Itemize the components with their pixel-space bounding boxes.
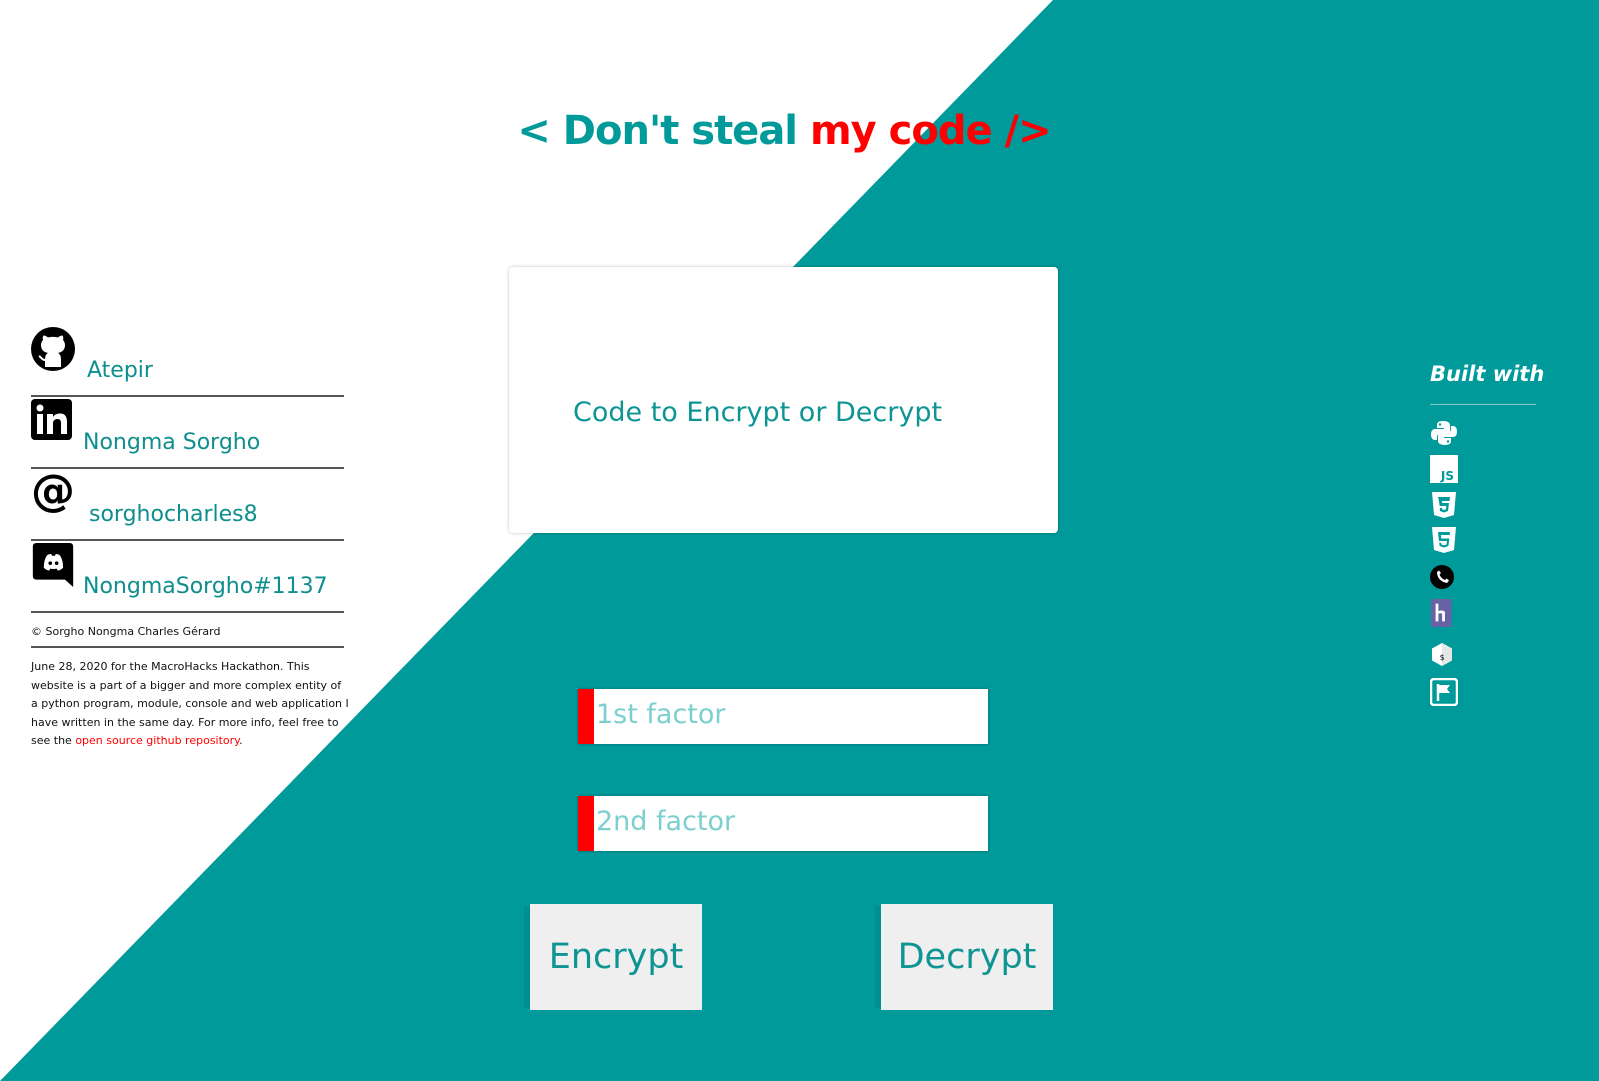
title-suffix: my code /> — [809, 108, 1052, 154]
about-text: June 28, 2020 for the MacroHacks Hackath… — [31, 648, 349, 751]
about-end: . — [239, 734, 243, 747]
contact-linkedin[interactable]: Nongma Sorgho — [31, 397, 344, 469]
flask-icon — [1430, 678, 1458, 706]
contact-discord-label: NongmaSorgho#1137 — [83, 574, 328, 599]
encrypt-button[interactable]: Encrypt — [530, 904, 702, 1010]
svg-text:JS: JS — [1440, 469, 1454, 483]
at-icon: @ — [31, 471, 75, 515]
second-factor-placeholder: 2nd factor — [596, 806, 736, 837]
page-title: < Don't steal my code /> — [0, 108, 1568, 154]
javascript-icon: JS — [1430, 455, 1458, 483]
copyright-symbol: © — [31, 625, 42, 638]
first-factor-indicator — [578, 689, 594, 744]
copyright-text: Sorgho Nongma Charles Gérard — [45, 625, 221, 638]
github-repo-link[interactable]: open source github repository — [75, 734, 239, 747]
discord-icon — [32, 543, 74, 587]
svg-text:@: @ — [31, 471, 75, 515]
bash-icon: $ — [1432, 643, 1452, 666]
first-factor-input[interactable]: 1st factor — [578, 689, 988, 744]
second-factor-input[interactable]: 2nd factor — [578, 796, 988, 851]
contact-email-label: sorghocharles8 — [89, 502, 258, 527]
title-prefix: < Don't steal — [517, 108, 810, 154]
css3-icon — [1432, 492, 1456, 518]
code-textarea[interactable]: Code to Encrypt or Decrypt — [509, 267, 1058, 533]
code-placeholder: Code to Encrypt or Decrypt — [573, 397, 943, 428]
contact-github[interactable]: Atepir — [31, 325, 344, 397]
contact-list: Atepir Nongma Sorgho @ sorghocharles8 No… — [31, 325, 349, 751]
html5-icon — [1432, 527, 1456, 553]
copyright: © Sorgho Nongma Charles Gérard — [31, 613, 344, 648]
second-factor-indicator — [578, 796, 594, 851]
phone-icon — [1430, 565, 1454, 589]
built-with-icons: JS $ — [1430, 405, 1536, 735]
svg-text:$: $ — [1440, 653, 1445, 662]
python-icon — [1431, 421, 1457, 445]
linkedin-icon — [31, 399, 72, 440]
contact-github-label: Atepir — [87, 358, 153, 383]
first-factor-placeholder: 1st factor — [596, 699, 726, 730]
decrypt-button[interactable]: Decrypt — [881, 904, 1053, 1010]
built-with-title: Built with — [1430, 362, 1544, 405]
contact-email[interactable]: @ sorghocharles8 — [31, 469, 344, 541]
heroku-icon — [1430, 599, 1452, 627]
github-icon — [31, 327, 75, 371]
contact-linkedin-label: Nongma Sorgho — [83, 430, 261, 455]
built-with-panel: Built with JS $ — [1430, 362, 1544, 735]
contact-discord[interactable]: NongmaSorgho#1137 — [31, 541, 344, 613]
